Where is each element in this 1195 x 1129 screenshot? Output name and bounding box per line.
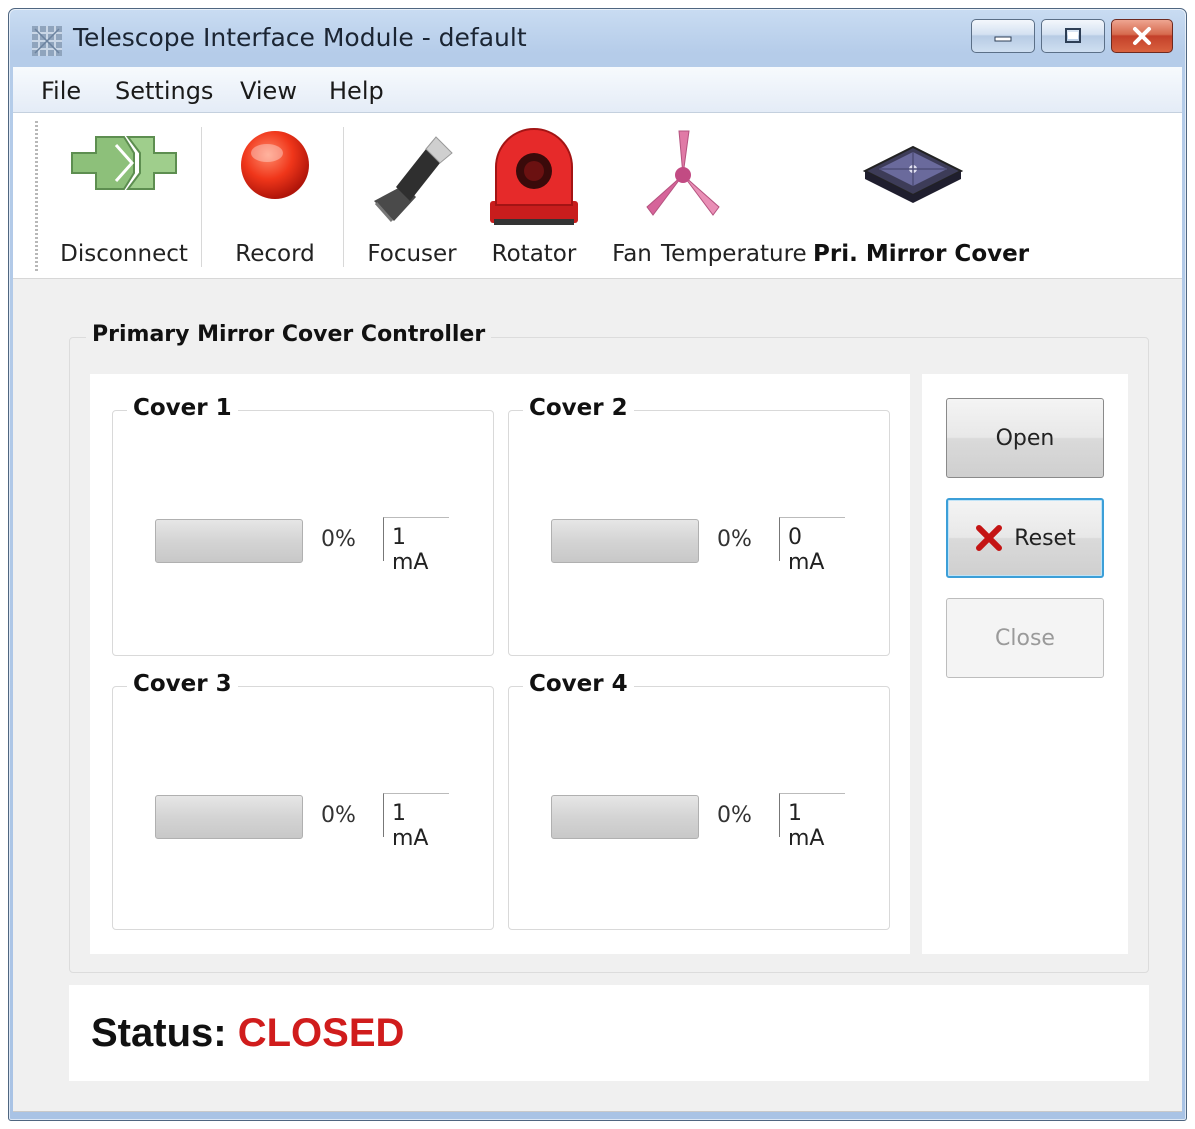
toolbar-separator	[201, 127, 203, 267]
cover-1-title: Cover 1	[127, 395, 238, 421]
toolbar-focuser-label: Focuser	[367, 241, 457, 267]
cover-4-current-field[interactable]: 1 mA	[779, 793, 845, 851]
cover-1-current-field[interactable]: 1 mA	[383, 517, 449, 575]
close-button[interactable]: Close	[946, 598, 1104, 678]
toolbar-separator	[343, 127, 345, 267]
menu-bar: File Settings View Help	[13, 67, 1182, 113]
toolbar-mirror-cover-label: Pri. Mirror Cover	[813, 241, 1030, 267]
toolbar-rotator-button[interactable]: Rotator	[477, 123, 591, 273]
reset-button-label: Reset	[1014, 525, 1076, 551]
record-icon	[241, 131, 309, 199]
toolbar-temperature-button[interactable]: Temperature	[661, 123, 807, 273]
toolbar-fan-label: Fan	[612, 241, 652, 267]
reset-button[interactable]: Reset	[946, 498, 1104, 578]
disconnect-icon	[71, 136, 177, 190]
minimize-icon	[994, 36, 1012, 42]
cover-2-current-field[interactable]: 0 mA	[779, 517, 845, 575]
title-bar[interactable]: Telescope Interface Module - default	[9, 9, 1186, 67]
toolbar-grip[interactable]	[35, 121, 38, 271]
status-value: CLOSED	[237, 1011, 405, 1055]
close-button-label: Close	[995, 625, 1055, 651]
cover-2-title: Cover 2	[523, 395, 634, 421]
client-area: Primary Mirror Cover Controller Cover 1 …	[13, 279, 1182, 1112]
cover-3-group: Cover 3 0% 1 mA	[112, 671, 494, 930]
cover-3-title: Cover 3	[127, 671, 238, 697]
cover-3-progress-bar	[155, 795, 303, 839]
cover-3-current-field[interactable]: 1 mA	[383, 793, 449, 851]
toolbar-focuser-button[interactable]: Focuser	[357, 123, 467, 273]
cover-4-percent: 0%	[717, 803, 752, 828]
focuser-icon	[374, 136, 453, 222]
minimize-button[interactable]	[971, 19, 1035, 53]
rotator-icon	[490, 128, 578, 225]
cover-1-group: Cover 1 0% 1 mA	[112, 395, 494, 656]
cover-4-title: Cover 4	[523, 671, 634, 697]
mirror-cover-icon	[862, 145, 964, 203]
mirror-cover-controller-group: Primary Mirror Cover Controller Cover 1 …	[69, 322, 1149, 973]
open-button-label: Open	[995, 425, 1055, 451]
toolbar-rotator-label: Rotator	[491, 241, 577, 267]
open-button[interactable]: Open	[946, 398, 1104, 478]
cover-panel: Cover 1 0% 1 mA Cover 2 0% 0 mA Cover 3 …	[90, 374, 910, 954]
command-button-panel: Open Reset Close	[922, 374, 1128, 954]
cover-1-progress-bar	[155, 519, 303, 563]
app-icon	[32, 26, 62, 56]
maximize-button[interactable]	[1041, 19, 1105, 53]
status-label: Status:	[91, 1011, 227, 1055]
status-line: Status: CLOSED	[91, 1011, 404, 1056]
toolbar-temperature-label: Temperature	[661, 241, 807, 267]
window-title: Telescope Interface Module - default	[73, 23, 527, 52]
maximize-icon	[1065, 28, 1081, 43]
controller-title: Primary Mirror Cover Controller	[86, 322, 492, 347]
menu-settings[interactable]: Settings	[115, 77, 213, 105]
cover-4-progress-bar	[551, 795, 699, 839]
toolbar: Disconnect Record Focuser Rotator Fan Te…	[13, 113, 1182, 279]
cover-4-group: Cover 4 0% 1 mA	[508, 671, 890, 930]
menu-help[interactable]: Help	[329, 77, 384, 105]
toolbar-record-button[interactable]: Record	[211, 123, 339, 273]
toolbar-record-label: Record	[235, 241, 315, 267]
close-icon	[1133, 27, 1151, 45]
menu-view[interactable]: View	[240, 77, 297, 105]
cover-2-percent: 0%	[717, 527, 752, 552]
toolbar-mirror-cover-button[interactable]: Pri. Mirror Cover	[813, 123, 1030, 273]
cover-2-group: Cover 2 0% 0 mA	[508, 395, 890, 656]
main-window: Telescope Interface Module - default Fil…	[8, 8, 1187, 1121]
toolbar-disconnect-button[interactable]: Disconnect	[53, 123, 195, 273]
cover-3-percent: 0%	[321, 803, 356, 828]
cover-1-percent: 0%	[321, 527, 356, 552]
menu-file[interactable]: File	[41, 77, 81, 105]
red-x-icon	[976, 525, 1003, 551]
status-bar: Status: CLOSED	[69, 985, 1149, 1081]
cover-2-progress-bar	[551, 519, 699, 563]
close-window-button[interactable]	[1111, 19, 1173, 53]
toolbar-disconnect-label: Disconnect	[60, 241, 188, 267]
